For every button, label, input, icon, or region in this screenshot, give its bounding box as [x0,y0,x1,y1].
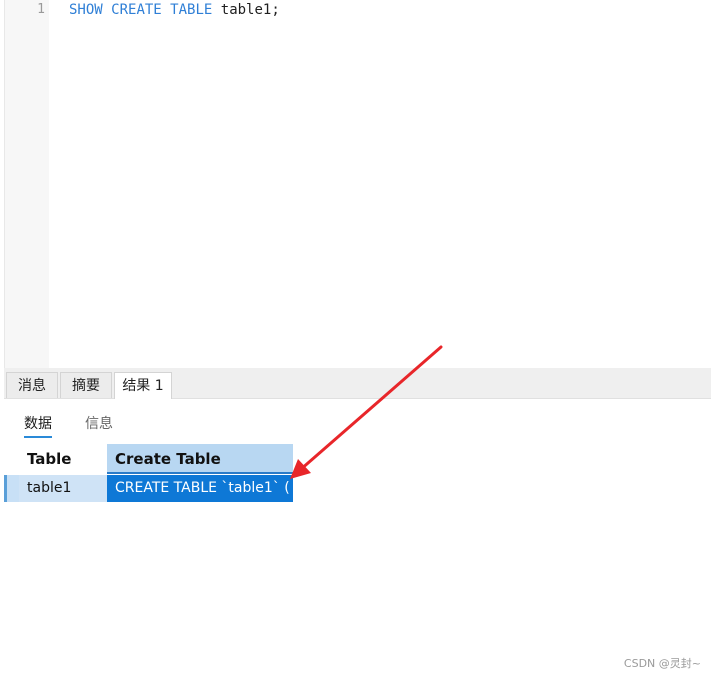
line-number: 1 [37,2,45,17]
keyword-table: TABLE [170,2,213,18]
results-pane: 数据 信息 Table Create Table table1 CREATE T… [4,399,711,679]
tab-messages[interactable]: 消息 [6,372,58,398]
cell-table[interactable]: table1 [19,475,107,502]
code-line[interactable]: SHOW CREATE TABLE table1; [69,2,280,18]
subtab-data[interactable]: 数据 [24,413,52,438]
keyword-create: CREATE [111,2,162,18]
column-header-table[interactable]: Table [19,444,107,474]
sql-editor[interactable]: 1 SHOW CREATE TABLE table1; [0,0,711,368]
cell-create-table[interactable]: CREATE TABLE `table1` ( [107,475,293,502]
result-tab-bar: 消息 摘要 结果 1 [4,368,711,399]
tab-summary[interactable]: 摘要 [60,372,112,398]
tab-result-1[interactable]: 结果 1 [114,372,172,399]
subtab-info[interactable]: 信息 [85,413,113,433]
row-indicator[interactable] [4,475,19,502]
watermark: CSDN @灵封~ [623,657,701,670]
column-header-create-table[interactable]: Create Table [107,444,293,474]
line-gutter: 1 [4,0,49,368]
keyword-show: SHOW [69,2,103,18]
code-identifier: table1; [220,2,280,18]
